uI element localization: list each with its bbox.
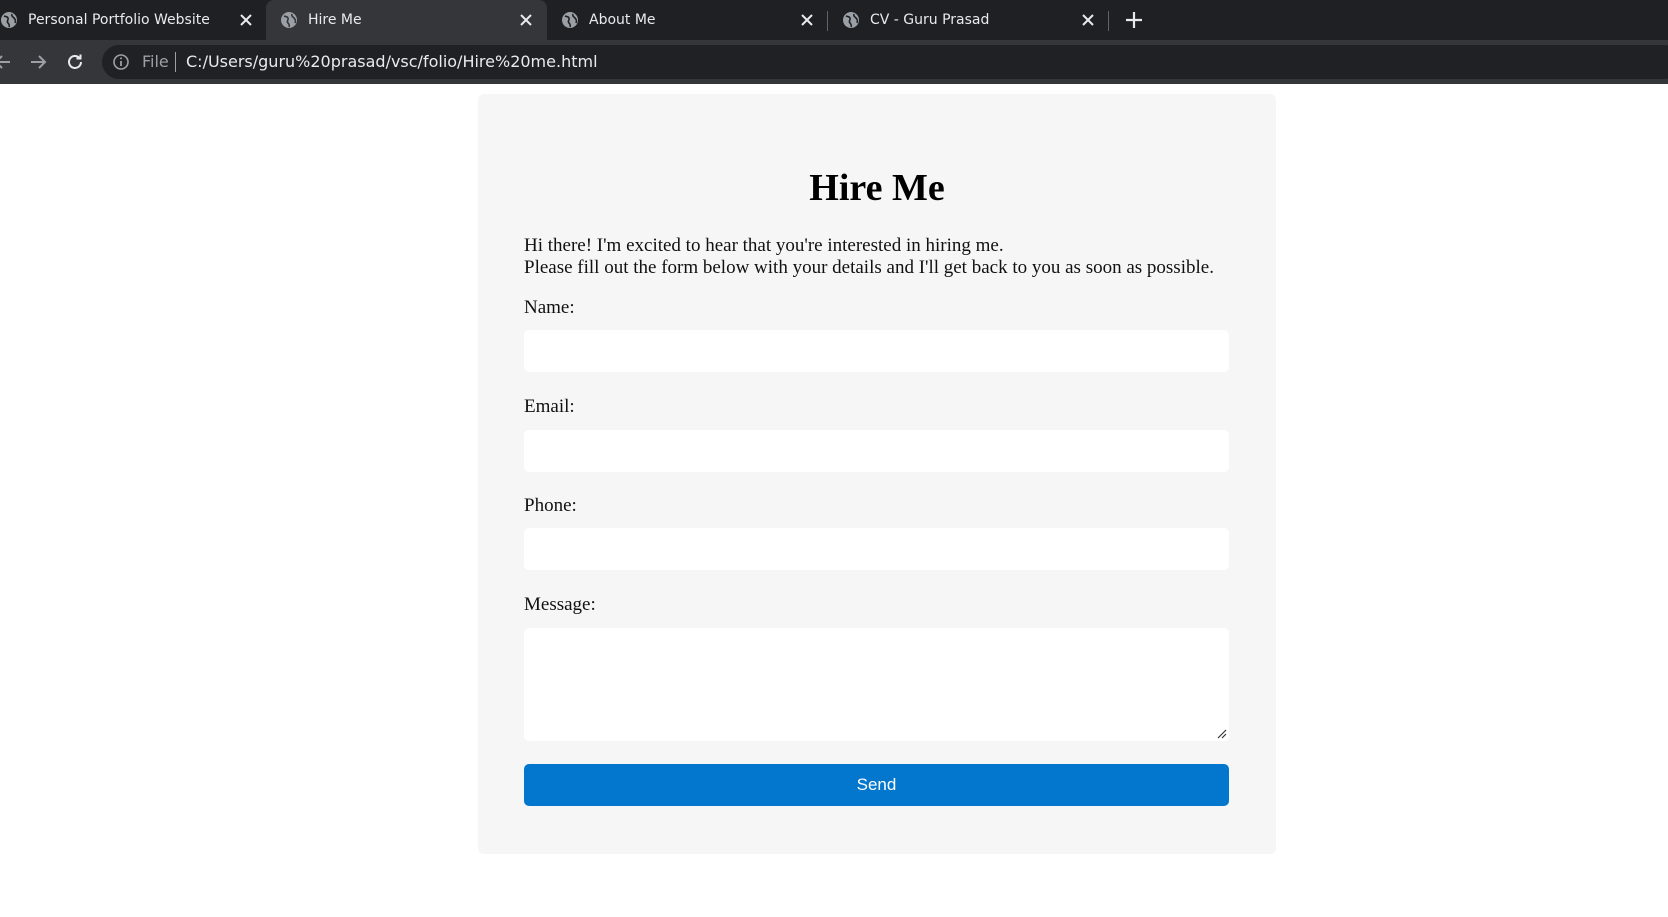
page-title: Hire Me bbox=[809, 167, 945, 209]
url-divider bbox=[175, 52, 176, 72]
tab-separator bbox=[1108, 11, 1109, 31]
url-scheme-label: File bbox=[142, 52, 169, 71]
tab-title: Hire Me bbox=[308, 12, 362, 28]
resize-grip-icon[interactable] bbox=[1216, 728, 1227, 739]
tab-title: About Me bbox=[589, 12, 656, 28]
tab-title: Personal Portfolio Website bbox=[28, 12, 210, 28]
tab-strip: Personal Portfolio Website Hire Me About… bbox=[0, 0, 1668, 40]
globe-icon bbox=[1, 12, 17, 28]
tab-about-me[interactable]: About Me bbox=[547, 0, 828, 40]
globe-icon bbox=[281, 12, 297, 28]
intro-line-1: Hi there! I'm excited to hear that you'r… bbox=[524, 235, 1004, 256]
plus-icon[interactable] bbox=[1123, 9, 1145, 31]
message-label: Message: bbox=[524, 594, 596, 615]
globe-icon bbox=[843, 12, 859, 28]
close-icon[interactable] bbox=[1079, 11, 1097, 29]
tab-cv-guru-prasad[interactable]: CV - Guru Prasad bbox=[828, 0, 1109, 40]
email-label: Email: bbox=[524, 396, 575, 417]
send-button[interactable]: Send bbox=[524, 764, 1229, 806]
info-icon[interactable] bbox=[112, 53, 130, 71]
name-input[interactable] bbox=[524, 330, 1229, 372]
forward-arrow-icon[interactable] bbox=[27, 51, 49, 73]
phone-label: Phone: bbox=[524, 495, 577, 516]
close-icon[interactable] bbox=[798, 11, 816, 29]
intro-text: Hi there! I'm excited to hear that you'r… bbox=[524, 235, 1214, 279]
url-text[interactable]: C:/Users/guru%20prasad/vsc/folio/Hire%20… bbox=[186, 52, 598, 72]
name-label: Name: bbox=[524, 297, 575, 318]
phone-input[interactable] bbox=[524, 528, 1229, 570]
close-icon[interactable] bbox=[237, 11, 255, 29]
close-icon[interactable] bbox=[517, 11, 535, 29]
tab-hire-me[interactable]: Hire Me bbox=[266, 0, 547, 40]
back-arrow-icon[interactable] bbox=[0, 51, 14, 73]
globe-icon bbox=[562, 12, 578, 28]
intro-line-2: Please fill out the form below with your… bbox=[524, 257, 1214, 278]
email-input[interactable] bbox=[524, 430, 1229, 472]
message-textarea[interactable] bbox=[524, 628, 1229, 741]
tab-personal-portfolio[interactable]: Personal Portfolio Website bbox=[0, 0, 267, 40]
reload-icon[interactable] bbox=[64, 51, 86, 73]
tab-title: CV - Guru Prasad bbox=[870, 12, 990, 28]
